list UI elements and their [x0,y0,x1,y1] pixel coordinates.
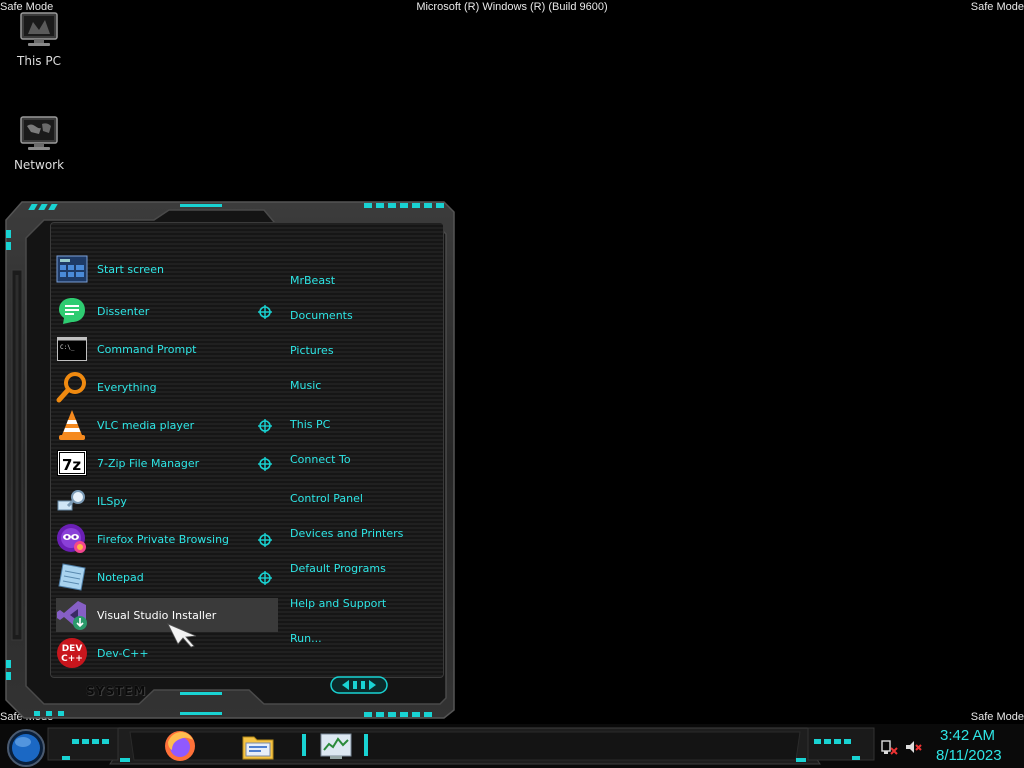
program-item-7zip[interactable]: 7z 7-Zip File Manager [56,446,278,480]
task-manager-icon [320,733,352,759]
jump-list-icon[interactable] [258,571,272,585]
devcpp-icon: DEV C++ [56,637,88,669]
ilspy-icon [56,485,88,517]
vlc-icon [56,409,88,441]
build-label: Microsoft (R) Windows (R) (Build 9600) [416,1,608,13]
desktop-icon-this-pc[interactable]: This PC [4,10,74,68]
program-label: Notepad [97,570,144,584]
network-icon [19,114,59,154]
network-status-icon[interactable] [880,738,898,756]
jump-list-icon[interactable] [258,457,272,471]
program-label: Start screen [97,262,164,276]
taskbar [0,724,1024,768]
taskbar-file-explorer[interactable] [240,728,280,768]
place-item-pictures[interactable]: Pictures [290,344,334,357]
firefox-icon [165,731,195,761]
visual-studio-installer-icon [56,599,88,631]
7zip-icon: 7z [56,447,88,479]
taskbar-task-manager[interactable] [318,728,358,768]
program-label: Dev-C++ [97,646,149,660]
program-label: Command Prompt [97,342,197,356]
svg-text:C++: C++ [61,654,83,664]
program-label: Dissenter [97,304,150,318]
desktop-icon-label: This PC [17,54,61,68]
program-item-start-screen[interactable]: Start screen [56,252,278,286]
place-item-devices-and-printers[interactable]: Devices and Printers [290,527,403,540]
place-item-documents[interactable]: Documents [290,309,353,322]
clock-time[interactable]: 3:42 AM [940,727,995,744]
program-item-dissenter[interactable]: Dissenter [56,294,278,328]
safe-mode-label: Safe Mode [970,711,1024,723]
taskbar-firefox[interactable] [162,728,202,768]
desktop-icon-network[interactable]: Network [4,114,74,172]
place-item-connect-to[interactable]: Connect To [290,453,351,466]
place-item-run[interactable]: Run... [290,632,322,645]
jump-list-icon[interactable] [258,533,272,547]
notepad-icon [56,561,88,593]
place-item-mrbeast[interactable]: MrBeast [290,274,335,287]
safe-mode-label: Safe Mode [970,1,1024,13]
start-screen-icon [56,253,88,285]
svg-text:7z: 7z [62,456,81,474]
computer-icon [19,10,59,50]
firefox-private-icon [56,523,88,555]
program-item-everything[interactable]: Everything [56,370,278,404]
start-button[interactable] [6,728,46,768]
volume-muted-icon[interactable] [904,738,922,756]
program-item-ilspy[interactable]: ILSpy [56,484,278,518]
place-item-this-pc[interactable]: This PC [290,418,330,431]
jump-list-icon[interactable] [258,305,272,319]
program-label: Everything [97,380,157,394]
file-explorer-icon [242,736,274,760]
place-item-music[interactable]: Music [290,379,321,392]
program-label: ILSpy [97,494,127,508]
program-item-command-prompt[interactable]: C:\_ Command Prompt [56,332,278,366]
dissenter-icon [56,295,88,327]
place-item-help-and-support[interactable]: Help and Support [290,597,386,610]
place-item-control-panel[interactable]: Control Panel [290,492,363,505]
clock-date[interactable]: 8/11/2023 [936,747,1002,764]
svg-text:DEV: DEV [62,644,83,654]
program-item-vlc[interactable]: VLC media player [56,408,278,442]
command-prompt-icon: C:\_ [56,333,88,365]
program-label: 7-Zip File Manager [97,456,200,470]
place-item-default-programs[interactable]: Default Programs [290,562,386,575]
desktop-icon-label: Network [13,158,65,172]
svg-text:C:\_: C:\_ [60,344,75,351]
navigation-arrows-icon[interactable] [330,676,388,694]
jump-list-icon[interactable] [258,419,272,433]
system-label: SYSTEM [86,684,147,698]
program-item-notepad[interactable]: Notepad [56,560,278,594]
program-item-firefox-private[interactable]: Firefox Private Browsing [56,522,278,556]
mouse-cursor-icon [167,623,197,648]
everything-search-icon [56,371,88,403]
program-label: VLC media player [97,418,195,432]
program-label: Firefox Private Browsing [97,532,230,546]
